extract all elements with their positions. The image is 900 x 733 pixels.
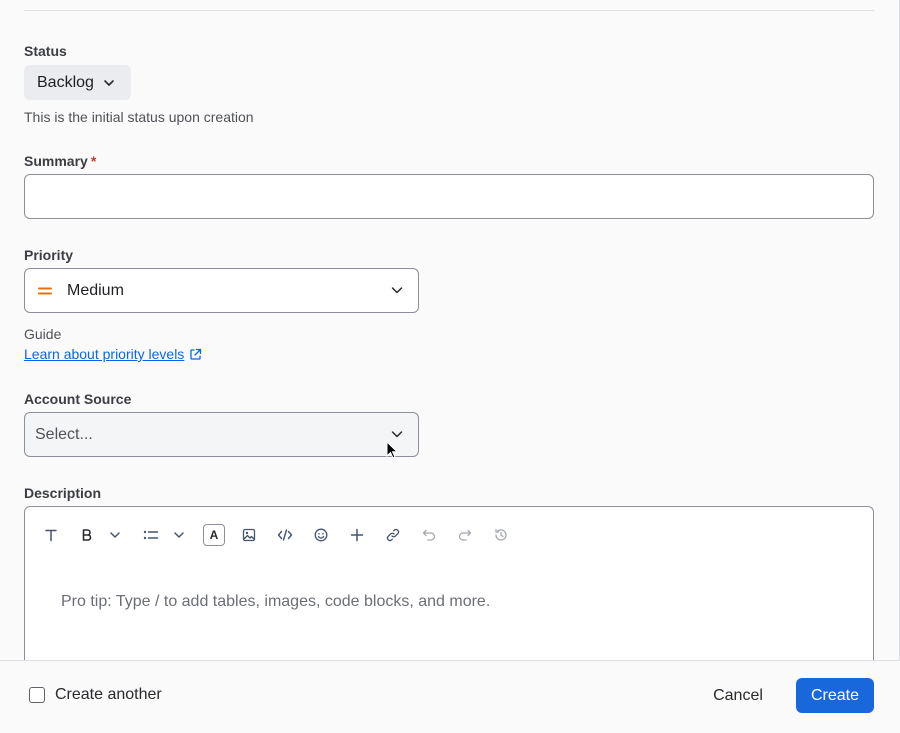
undo-icon[interactable] [417, 523, 441, 547]
create-button[interactable]: Create [796, 678, 874, 713]
create-another-checkbox[interactable] [29, 687, 45, 703]
summary-input[interactable] [24, 174, 874, 219]
history-icon[interactable] [489, 523, 513, 547]
text-style-icon[interactable] [39, 523, 63, 547]
account-source-select[interactable]: Select... [24, 412, 419, 457]
insert-plus-icon[interactable] [345, 523, 369, 547]
divider [24, 10, 874, 11]
create-issue-form: Status Backlog This is the initial statu… [0, 0, 900, 733]
guide-link-text: Learn about priority levels [24, 346, 185, 362]
link-icon[interactable] [381, 523, 405, 547]
status-dropdown[interactable]: Backlog [24, 65, 131, 100]
status-helper-text: This is the initial status upon creation [24, 109, 254, 125]
priority-value: Medium [67, 281, 124, 299]
chevron-down-icon [390, 283, 404, 297]
editor-placeholder: Pro tip: Type / to add tables, images, c… [61, 593, 491, 610]
list-icon[interactable] [139, 523, 163, 547]
summary-label-text: Summary [24, 153, 88, 169]
more-formatting-chevron-icon[interactable] [103, 523, 127, 547]
bold-icon[interactable] [75, 523, 99, 547]
chevron-down-icon [390, 427, 404, 441]
priority-guide-link[interactable]: Learn about priority levels [24, 346, 202, 362]
priority-medium-icon [37, 283, 53, 299]
emoji-icon[interactable] [309, 523, 333, 547]
list-chevron-icon[interactable] [167, 523, 191, 547]
required-indicator: * [90, 153, 97, 169]
text-color-icon[interactable]: A [203, 524, 225, 546]
description-editor[interactable]: A Pro tip: Type / to add tables, images,… [24, 506, 874, 676]
external-link-icon [189, 348, 202, 361]
account-source-label: Account Source [24, 391, 132, 407]
cancel-button[interactable]: Cancel [700, 678, 776, 713]
create-another-label[interactable]: Create another [55, 686, 162, 704]
summary-label: Summary * [24, 153, 96, 169]
mouse-cursor-icon [386, 440, 399, 459]
priority-label: Priority [24, 247, 74, 263]
status-label: Status [24, 43, 67, 59]
description-label: Description [24, 485, 102, 501]
form-footer: Create another Cancel Create [0, 660, 900, 733]
account-source-placeholder: Select... [35, 425, 93, 443]
status-value: Backlog [37, 73, 94, 91]
code-icon[interactable] [273, 523, 297, 547]
guide-label: Guide [24, 326, 62, 342]
editor-toolbar: A [39, 521, 525, 549]
chevron-down-icon [102, 76, 116, 90]
image-icon[interactable] [237, 523, 261, 547]
redo-icon[interactable] [453, 523, 477, 547]
priority-select[interactable]: Medium [24, 268, 419, 313]
